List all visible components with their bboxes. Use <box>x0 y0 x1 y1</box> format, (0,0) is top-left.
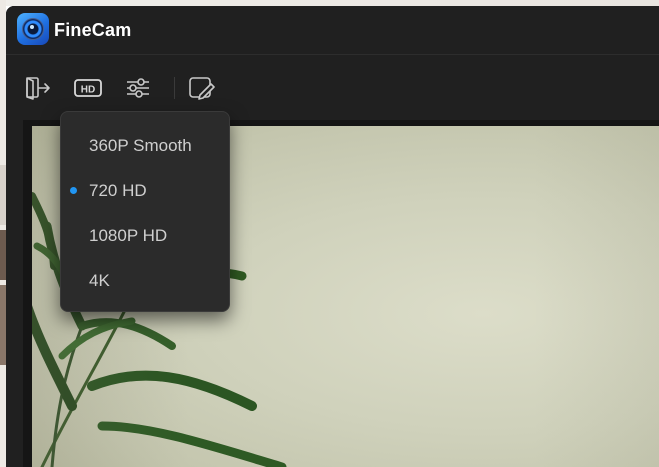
resolution-option-1080p[interactable]: 1080P HD <box>61 213 229 257</box>
hd-resolution-icon: HD <box>74 79 102 97</box>
edit-overlay-button[interactable] <box>186 75 216 101</box>
hd-label: HD <box>81 85 95 96</box>
resolution-option-label: 1080P HD <box>89 226 168 245</box>
finecam-logo-icon <box>17 13 49 45</box>
resolution-option-720[interactable]: 720 HD <box>61 168 229 212</box>
selected-indicator-dot <box>70 187 77 194</box>
adjustments-button[interactable] <box>123 75 153 101</box>
title-bar: FineCam <box>6 6 659 55</box>
exit-button[interactable] <box>23 75 53 101</box>
resolution-option-label: 720 HD <box>89 181 147 200</box>
toolbar-divider <box>174 77 175 99</box>
edit-overlay-icon <box>189 77 215 100</box>
resolution-option-label: 4K <box>89 271 110 290</box>
resolution-dropdown: 360P Smooth 720 HD 1080P HD 4K <box>60 111 230 312</box>
exit-icon <box>26 77 50 100</box>
settings-sliders-icon <box>127 78 149 98</box>
resolution-option-label: 360P Smooth <box>89 136 192 155</box>
resolution-option-360p[interactable]: 360P Smooth <box>61 123 229 167</box>
app-title: FineCam <box>54 20 132 40</box>
toolbar: HD <box>6 55 659 117</box>
resolution-button[interactable]: HD <box>73 75 103 101</box>
resolution-option-4k[interactable]: 4K <box>61 258 229 302</box>
